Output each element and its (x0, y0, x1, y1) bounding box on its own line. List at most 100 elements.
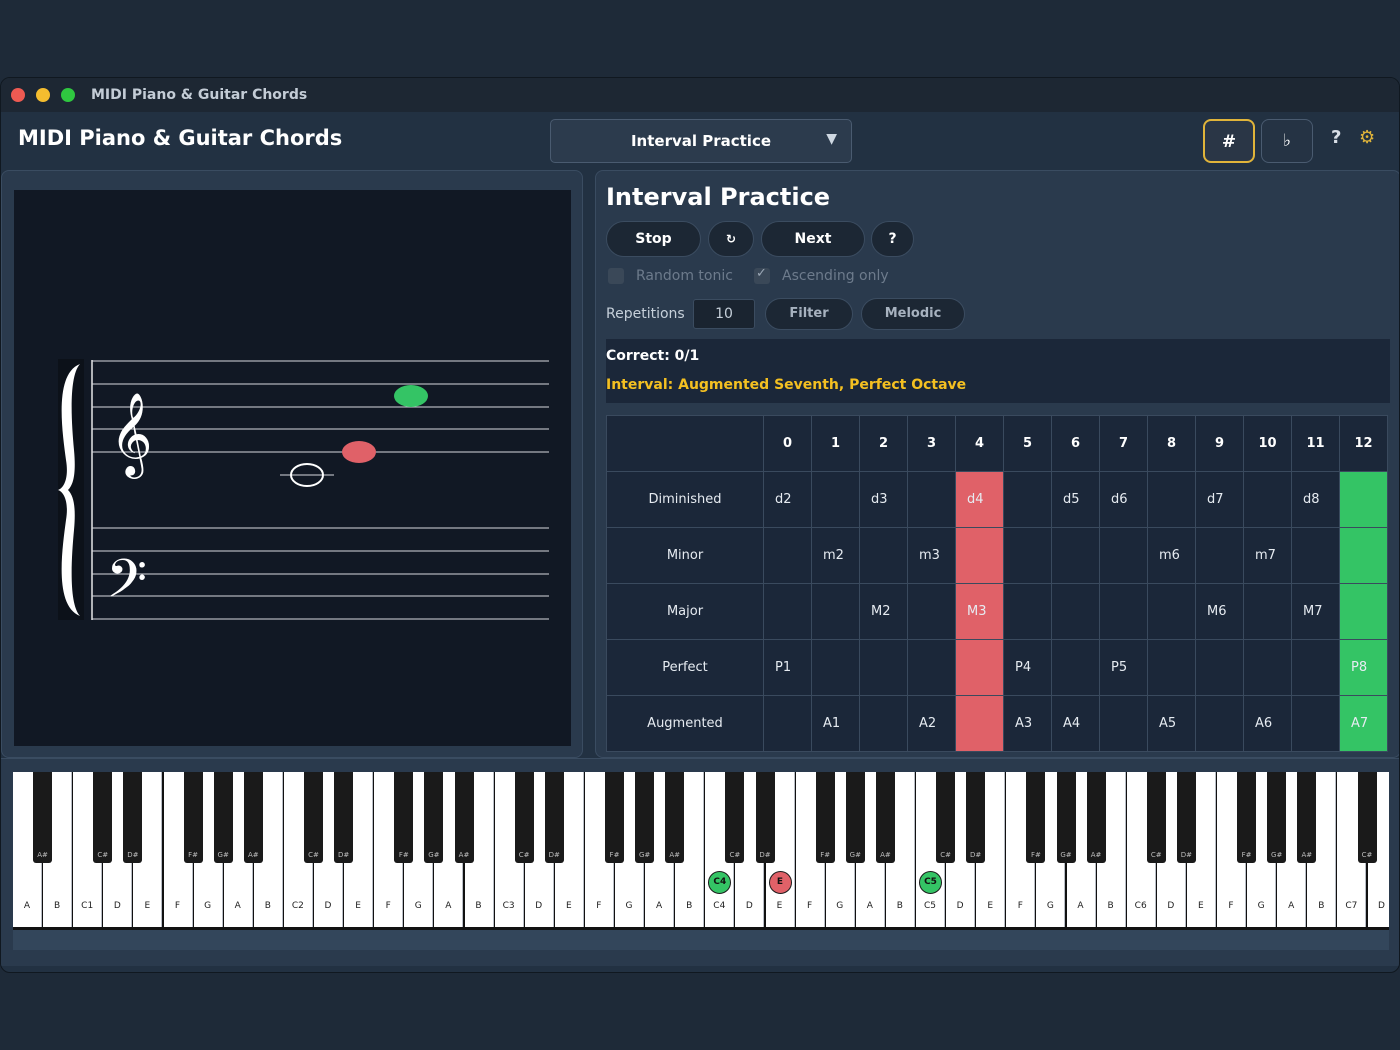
close-window-button[interactable] (11, 88, 25, 102)
interval-cell[interactable] (1243, 639, 1292, 696)
black-key[interactable]: G# (845, 772, 865, 863)
black-key[interactable]: D# (755, 772, 775, 863)
black-key[interactable]: F# (1026, 772, 1046, 863)
interval-cell[interactable] (1051, 639, 1100, 696)
interval-cell[interactable]: d2 (763, 471, 812, 528)
interval-cell[interactable] (859, 639, 908, 696)
interval-cell[interactable] (1051, 527, 1100, 584)
minimize-window-button[interactable] (36, 88, 50, 102)
interval-cell[interactable] (955, 639, 1004, 696)
interval-cell[interactable]: M7 (1291, 583, 1340, 640)
interval-cell[interactable]: A6 (1243, 695, 1292, 752)
next-button[interactable]: Next (761, 221, 865, 257)
black-key[interactable]: G# (424, 772, 444, 863)
black-key[interactable]: F# (183, 772, 203, 863)
interval-cell[interactable] (1339, 471, 1388, 528)
interval-cell[interactable]: M3 (955, 583, 1004, 640)
interval-cell[interactable]: m2 (811, 527, 860, 584)
black-key[interactable]: G# (1056, 772, 1076, 863)
interval-cell[interactable]: d6 (1099, 471, 1148, 528)
interval-cell[interactable] (1003, 583, 1052, 640)
zoom-window-button[interactable] (61, 88, 75, 102)
interval-cell[interactable]: A4 (1051, 695, 1100, 752)
interval-cell[interactable] (1195, 527, 1244, 584)
interval-cell[interactable]: d3 (859, 471, 908, 528)
flat-button[interactable]: ♭ (1261, 119, 1313, 163)
black-key[interactable]: D# (1176, 772, 1196, 863)
interval-cell[interactable]: A5 (1147, 695, 1196, 752)
black-key[interactable]: F# (815, 772, 835, 863)
ascending-only-checkbox[interactable] (754, 266, 770, 284)
interval-cell[interactable]: d8 (1291, 471, 1340, 528)
black-key[interactable]: C# (725, 772, 745, 863)
interval-cell[interactable]: A7 (1339, 695, 1388, 752)
help-button[interactable]: ? (871, 221, 914, 257)
interval-cell[interactable] (1291, 639, 1340, 696)
ascending-only-toggle[interactable]: Ascending only (754, 266, 889, 284)
interval-cell[interactable]: P8 (1339, 639, 1388, 696)
interval-cell[interactable] (859, 527, 908, 584)
black-key[interactable]: D# (544, 772, 564, 863)
black-key[interactable]: D# (123, 772, 143, 863)
interval-cell[interactable] (1339, 583, 1388, 640)
interval-cell[interactable]: m7 (1243, 527, 1292, 584)
black-key[interactable]: D# (966, 772, 986, 863)
interval-cell[interactable]: A2 (907, 695, 956, 752)
black-key[interactable]: A# (665, 772, 685, 863)
interval-cell[interactable] (1099, 583, 1148, 640)
black-key[interactable]: A# (33, 772, 53, 863)
replay-button[interactable]: ↻ (708, 221, 754, 257)
stop-button[interactable]: Stop (606, 221, 701, 257)
interval-cell[interactable] (811, 583, 860, 640)
black-key[interactable]: C# (93, 772, 113, 863)
black-key[interactable]: G# (1267, 772, 1287, 863)
black-key[interactable]: G# (213, 772, 233, 863)
interval-cell[interactable] (1003, 527, 1052, 584)
interval-cell[interactable] (907, 583, 956, 640)
interval-cell[interactable] (1243, 471, 1292, 528)
interval-cell[interactable] (811, 471, 860, 528)
interval-cell[interactable] (907, 639, 956, 696)
interval-cell[interactable]: A3 (1003, 695, 1052, 752)
melodic-button[interactable]: Melodic (861, 298, 965, 330)
repetitions-input[interactable]: 10 (693, 299, 755, 329)
interval-cell[interactable] (763, 527, 812, 584)
interval-cell[interactable]: m3 (907, 527, 956, 584)
black-key[interactable]: A# (1086, 772, 1106, 863)
sharp-button[interactable]: # (1203, 119, 1255, 163)
black-key[interactable]: F# (605, 772, 624, 863)
black-key[interactable]: A# (454, 772, 474, 863)
interval-cell[interactable]: d4 (955, 471, 1004, 528)
black-key[interactable]: A# (875, 772, 895, 863)
black-key[interactable]: F# (1237, 772, 1257, 863)
interval-cell[interactable] (1195, 695, 1244, 752)
black-key[interactable]: D# (334, 772, 354, 863)
black-key[interactable]: A# (243, 772, 263, 863)
mode-dropdown[interactable]: Interval Practice ▼ (550, 119, 852, 163)
interval-cell[interactable] (859, 695, 908, 752)
interval-cell[interactable] (1003, 471, 1052, 528)
interval-cell[interactable] (1051, 583, 1100, 640)
interval-cell[interactable] (1147, 471, 1196, 528)
filter-button[interactable]: Filter (765, 298, 853, 330)
interval-cell[interactable] (1147, 639, 1196, 696)
interval-cell[interactable] (763, 695, 812, 752)
interval-cell[interactable]: m6 (1147, 527, 1196, 584)
interval-cell[interactable] (907, 471, 956, 528)
interval-cell[interactable]: A1 (811, 695, 860, 752)
interval-cell[interactable]: d7 (1195, 471, 1244, 528)
random-tonic-checkbox[interactable] (608, 268, 624, 284)
black-key[interactable]: C# (304, 772, 323, 863)
black-key[interactable]: C# (1146, 772, 1166, 863)
black-key[interactable]: C# (514, 772, 534, 863)
black-key[interactable]: F# (394, 772, 414, 863)
interval-cell[interactable]: P4 (1003, 639, 1052, 696)
interval-cell[interactable] (955, 527, 1004, 584)
black-key[interactable]: C# (936, 772, 956, 863)
interval-cell[interactable] (1099, 695, 1148, 752)
interval-cell[interactable] (1195, 639, 1244, 696)
interval-cell[interactable] (1291, 695, 1340, 752)
interval-cell[interactable] (1099, 527, 1148, 584)
interval-cell[interactable] (811, 639, 860, 696)
interval-cell[interactable]: P5 (1099, 639, 1148, 696)
